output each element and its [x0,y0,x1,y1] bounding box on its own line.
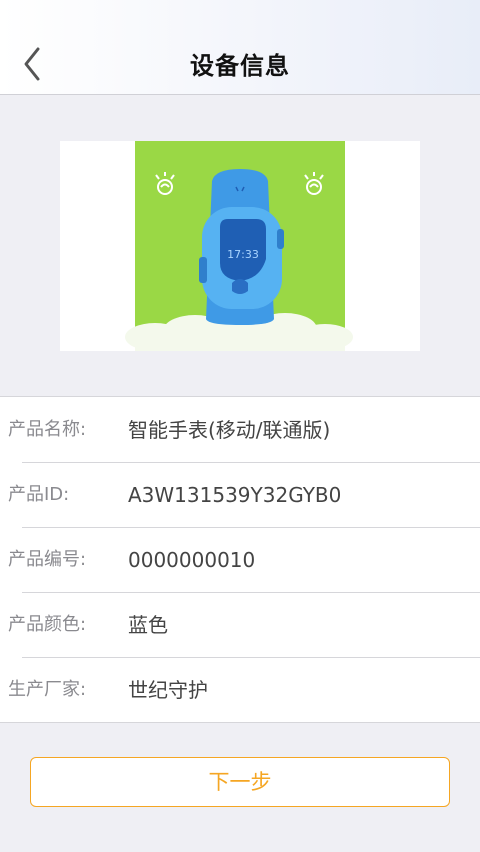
product-image: 17:33 [60,141,420,351]
product-id-label: 产品ID: [8,484,70,505]
next-step-button[interactable]: 下一步 [30,757,450,807]
product-color-label: 产品颜色: [8,614,87,635]
info-row-product-name: 产品名称: 智能手表(移动/联通版) [0,397,480,462]
product-name-value: 智能手表(移动/联通版) [128,418,331,442]
manufacturer-value: 世纪守护 [128,678,208,702]
product-color-value: 蓝色 [128,613,168,637]
navigation-bar: 设备信息 [0,0,480,95]
info-row-product-color: 产品颜色: 蓝色 [0,592,480,657]
product-number-label: 产品编号: [8,549,87,570]
device-info-list: 产品名称: 智能手表(移动/联通版) 产品ID: A3W131539Y32GYB… [0,396,480,723]
product-number-value: 0000000010 [128,548,256,572]
watch-time-display: 17:33 [227,248,259,261]
manufacturer-label: 生产厂家: [8,679,87,700]
smartwatch-image: 17:33 [125,141,353,351]
product-name-label: 产品名称: [8,419,87,440]
product-id-value: A3W131539Y32GYB0 [128,483,342,507]
info-row-product-id: 产品ID: A3W131539Y32GYB0 [0,462,480,527]
info-row-manufacturer: 生产厂家: 世纪守护 [0,657,480,722]
info-row-product-number: 产品编号: 0000000010 [0,527,480,592]
page-title: 设备信息 [190,52,290,80]
